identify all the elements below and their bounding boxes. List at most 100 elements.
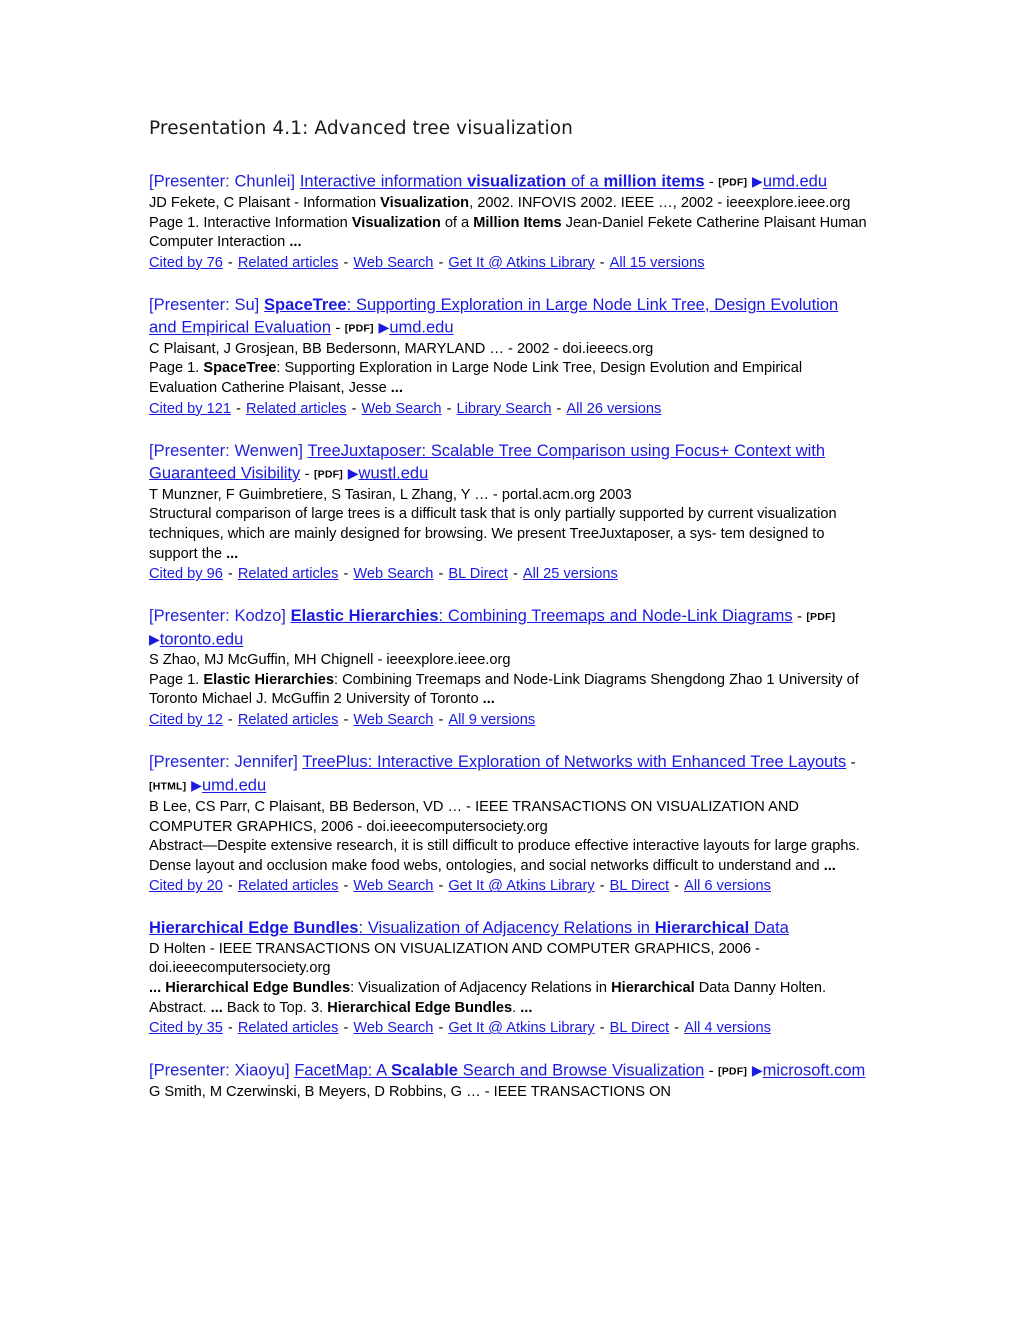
result-title: [Presenter: Su] SpaceTree: Supporting Ex… [149,294,870,340]
source-domain-link[interactable]: umd.edu [202,777,266,795]
footer-link[interactable]: Cited by 35 [149,1020,223,1036]
footer-link[interactable]: BL Direct [610,878,669,894]
footer-link[interactable]: Related articles [238,1020,339,1036]
footer-link[interactable]: All 6 versions [684,878,771,894]
footer-link[interactable]: Get It @ Atkins Library [448,1020,594,1036]
emphasized-text: ... [210,999,223,1016]
title-separator: - [300,465,314,483]
plain-text: : Visualization of Adjacency Relations i… [350,979,612,996]
footer-link[interactable]: Web Search [353,712,433,728]
search-result: [Presenter: Chunlei] Interactive informa… [149,170,870,273]
result-footer-links: Cited by 35 - Related articles - Web Sea… [149,1018,870,1038]
footer-separator: - [223,878,237,895]
footer-separator: - [434,566,448,583]
footer-separator: - [595,254,609,271]
result-snippet: Page 1. Interactive Information Visualiz… [149,214,870,253]
emphasized-text: SpaceTree [264,295,347,314]
search-result: [Presenter: Xiaoyu] FacetMap: A Scalable… [149,1059,870,1102]
footer-link[interactable]: Library Search [457,401,552,417]
result-authors-source: S Zhao, MJ McGuffin, MH Chignell - ieeex… [149,651,870,671]
emphasized-text: Scalable [391,1061,458,1080]
plain-text: G Smith, M Czerwinski, B Meyers, D Robbi… [149,1083,671,1100]
footer-link[interactable]: All 9 versions [448,712,535,728]
presenter-label: [Presenter: Su] [149,295,265,314]
presenter-label: [Presenter: Chunlei] [149,172,300,191]
footer-link[interactable]: All 26 versions [566,401,661,417]
footer-link[interactable]: BL Direct [610,1020,669,1036]
footer-link[interactable]: Web Search [353,255,433,271]
footer-link[interactable]: Cited by 20 [149,878,223,894]
file-type-tag: [PDF] [344,322,374,335]
file-type-tag: [PDF] [806,611,836,624]
presenter-label: [Presenter: Jennifer] [149,752,303,771]
source-domain-link[interactable]: toronto.edu [160,631,243,649]
footer-link[interactable]: Related articles [238,566,339,582]
footer-link[interactable]: Get It @ Atkins Library [448,255,594,271]
source-domain-link[interactable]: umd.edu [763,173,827,191]
footer-link[interactable]: Cited by 121 [149,401,231,417]
source-domain-link[interactable]: umd.edu [389,319,453,337]
result-snippet: Structural comparison of large trees is … [149,505,870,564]
footer-link[interactable]: Cited by 12 [149,712,223,728]
footer-link[interactable]: BL Direct [448,566,507,582]
presenter-label: [Presenter: Wenwen] [149,441,308,460]
result-snippet: ... Hierarchical Edge Bundles: Visualiza… [149,979,870,1018]
source-domain-link[interactable]: microsoft.com [763,1062,866,1080]
plain-text: of a [440,214,474,231]
plain-text: Page 1. Interactive Information [149,214,352,231]
result-title-link[interactable]: Interactive information visualization of… [300,173,705,191]
result-title-link[interactable]: Elastic Hierarchies: Combining Treemaps … [291,607,793,625]
search-result: [Presenter: Wenwen] TreeJuxtaposer: Scal… [149,440,870,584]
footer-link[interactable]: Web Search [353,878,433,894]
footer-link[interactable]: Cited by 76 [149,255,223,271]
footer-separator: - [223,254,237,271]
search-result: [Presenter: Kodzo] Elastic Hierarchies: … [149,605,870,730]
search-result: Hierarchical Edge Bundles: Visualization… [149,917,870,1038]
result-footer-links: Cited by 96 - Related articles - Web Sea… [149,564,870,584]
emphasized-text: visualization [467,172,567,191]
footer-link[interactable]: Cited by 96 [149,566,223,582]
plain-text: TreePlus: Interactive Exploration of Net… [302,752,847,771]
play-triangle-icon: ▶ [191,777,202,794]
footer-link[interactable]: Get It @ Atkins Library [448,878,594,894]
result-title-link[interactable]: FacetMap: A Scalable Search and Browse V… [294,1062,704,1080]
emphasized-text: Visualization [380,194,470,211]
footer-link[interactable]: Web Search [353,1020,433,1036]
footer-link[interactable]: Web Search [362,401,442,417]
emphasized-text: Elastic Hierarchies [203,671,334,688]
result-title: [Presenter: Chunlei] Interactive informa… [149,170,870,194]
emphasized-text: ... [390,380,403,397]
footer-link[interactable]: Related articles [238,878,339,894]
emphasized-text: ... [482,691,495,708]
file-type-tag: [PDF] [718,1065,748,1078]
result-authors-source: D Holten - IEEE TRANSACTIONS ON VISUALIZ… [149,940,870,979]
footer-link[interactable]: All 25 versions [523,566,618,582]
plain-text: Interactive information [299,172,468,191]
search-results-list: [Presenter: Chunlei] Interactive informa… [149,170,870,1102]
plain-text: , 2002. INFOVIS 2002. IEEE …, 2002 - iee… [469,194,851,211]
play-triangle-icon: ▶ [378,319,390,336]
result-footer-links: Cited by 121 - Related articles - Web Se… [149,399,870,419]
footer-link[interactable]: All 15 versions [610,255,705,271]
footer-link[interactable]: Related articles [238,255,339,271]
result-snippet: Abstract—Despite extensive research, it … [149,837,870,876]
footer-separator: - [339,254,353,271]
footer-link[interactable]: Web Search [353,566,433,582]
footer-separator: - [339,1020,353,1037]
footer-link[interactable]: All 4 versions [684,1020,771,1036]
footer-separator: - [508,566,522,583]
footer-separator: - [595,1020,609,1037]
result-title-link[interactable]: TreePlus: Interactive Exploration of Net… [302,753,846,771]
result-snippet: Page 1. Elastic Hierarchies: Combining T… [149,671,870,710]
source-domain-link[interactable]: wustl.edu [359,464,429,482]
plain-text: Data [749,919,789,938]
title-separator: - [704,1062,719,1080]
emphasized-text: Elastic Hierarchies [290,607,439,626]
result-title-link[interactable]: Hierarchical Edge Bundles: Visualization… [149,919,789,937]
emphasized-text: Million Items [473,214,562,231]
footer-link[interactable]: Related articles [238,712,339,728]
emphasized-text: million items [603,172,705,191]
emphasized-text: ... [149,979,166,996]
result-authors-source: JD Fekete, C Plaisant - Information Visu… [149,194,870,214]
footer-link[interactable]: Related articles [246,401,347,417]
